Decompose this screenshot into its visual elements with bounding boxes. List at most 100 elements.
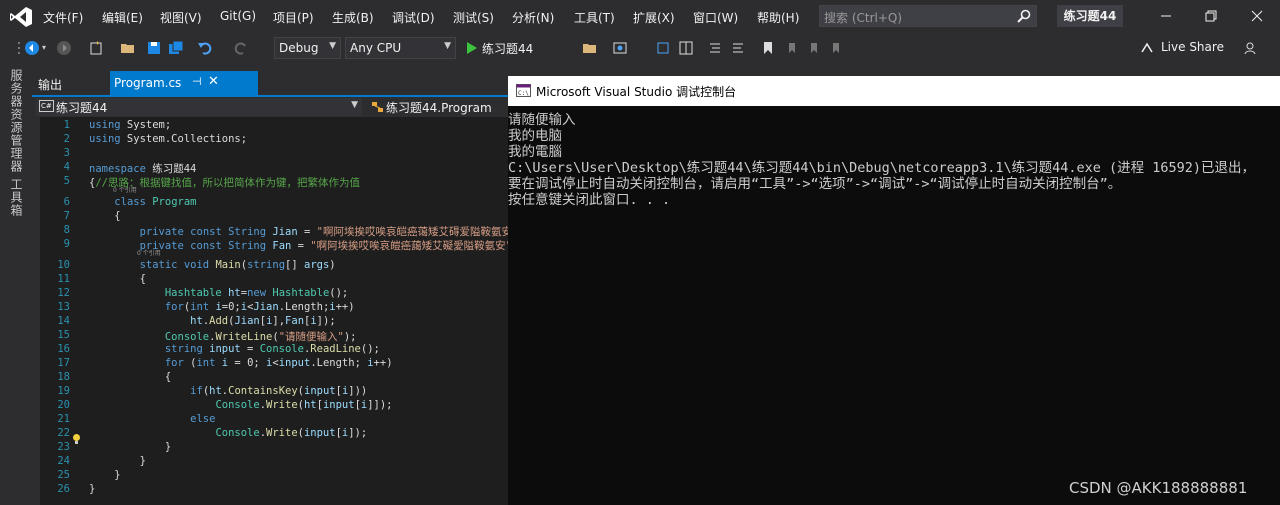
platform-value: Any CPU — [350, 41, 402, 55]
code-text: } — [89, 455, 146, 467]
forward-icon[interactable] — [56, 40, 72, 56]
live-share-button[interactable]: Live Share — [1161, 40, 1224, 54]
new-project-icon[interactable] — [88, 40, 104, 56]
close-tab-icon[interactable]: ✕ — [208, 74, 219, 89]
code-line[interactable]: 6 class Program — [32, 196, 508, 210]
code-editor[interactable]: 0 个引用 0 个引用 1 using System; 2 using System.… — [32, 117, 508, 505]
layout-icon[interactable] — [678, 40, 694, 56]
menu-extensions[interactable]: 扩展(X) — [633, 9, 675, 26]
code-line[interactable]: 26} — [32, 483, 508, 497]
code-line[interactable]: 4 namespace 练习题44 — [32, 161, 508, 175]
tab-output[interactable]: 输出 — [32, 71, 106, 95]
code-line[interactable]: 18 { — [32, 371, 508, 385]
code-line[interactable]: 10 static void Main(string[] args) — [32, 259, 508, 273]
menu-tools[interactable]: 工具(T) — [574, 9, 615, 26]
clear-bookmarks-icon[interactable] — [828, 40, 844, 56]
code-line[interactable]: 25 } — [32, 469, 508, 483]
save-all-icon[interactable] — [168, 40, 184, 56]
menu-view[interactable]: 视图(V) — [160, 9, 202, 26]
code-line[interactable]: 3 — [32, 147, 508, 161]
code-line[interactable]: 19 if(ht.ContainsKey(input[i])) — [32, 385, 508, 399]
line-number: 8 — [63, 224, 70, 236]
menu-debug[interactable]: 调试(D) — [392, 9, 435, 26]
class-dropdown[interactable]: 练习题44.Program — [368, 98, 508, 116]
menu-git[interactable]: Git(G) — [220, 9, 256, 23]
line-number: 19 — [57, 385, 70, 397]
minimize-icon[interactable] — [1156, 6, 1176, 26]
code-line[interactable]: 23 } — [32, 441, 508, 455]
project-dropdown[interactable]: C# 练习题44 ▼ — [36, 98, 362, 116]
back-icon[interactable] — [24, 40, 40, 56]
comment-icon[interactable] — [707, 40, 723, 56]
configuration-select[interactable]: Debug ▼ — [274, 37, 341, 59]
platform-select[interactable]: Any CPU ▼ — [345, 37, 456, 59]
code-text: namespace 练习题44 — [89, 163, 197, 175]
code-line[interactable]: 7 { — [32, 210, 508, 224]
tab-program-cs[interactable]: Program.cs ⊣ ✕ — [110, 71, 258, 95]
code-line[interactable]: 1 using System; — [32, 119, 508, 133]
console-line: 我的電腦 — [508, 144, 562, 160]
code-line[interactable]: 5 {//思路：根据键找值，所以把简体作为键，把繁体作为值 — [32, 175, 508, 189]
undo-icon[interactable] — [197, 40, 213, 56]
menu-test[interactable]: 测试(S) — [453, 9, 494, 26]
code-line[interactable]: 8 private const String Jian = "啊阿埃挨哎唉哀皑癌… — [32, 224, 508, 238]
search-icon — [1017, 9, 1031, 23]
menu-file[interactable]: 文件(F) — [43, 9, 83, 26]
line-number: 4 — [63, 161, 70, 173]
search-input[interactable]: 搜索 (Ctrl+Q) — [819, 5, 1037, 27]
code-line[interactable]: 20 Console.Write(ht[input[i]]); — [32, 399, 508, 413]
menu-project[interactable]: 项目(P) — [273, 9, 314, 26]
code-line[interactable]: 2 using System.Collections; — [32, 133, 508, 147]
line-number: 26 — [57, 483, 70, 495]
pin-icon[interactable]: ⊣ — [192, 75, 202, 88]
save-icon[interactable] — [146, 40, 162, 56]
feedback-icon[interactable] — [1243, 40, 1259, 56]
uncomment-icon[interactable] — [730, 40, 746, 56]
code-line[interactable]: 17 for (int i = 0; i<input.Length; i++) — [32, 357, 508, 371]
code-line[interactable]: 22 Console.Write(input[i]); — [32, 427, 508, 441]
search-placeholder: 搜索 (Ctrl+Q) — [824, 11, 903, 25]
toolbox-tab[interactable]: 工具箱 — [8, 178, 25, 217]
menu-build[interactable]: 生成(B) — [332, 9, 374, 26]
screenshot-icon[interactable] — [612, 40, 628, 56]
code-line[interactable]: 16 string input = Console.ReadLine(); — [32, 343, 508, 357]
code-text: { — [89, 273, 146, 285]
start-debugging-button[interactable]: 练习题44 — [462, 38, 572, 58]
tab-program-label: Program.cs — [114, 76, 182, 90]
step-icon[interactable] — [655, 40, 671, 56]
navigation-bar: C# 练习题44 ▼ 练习题44.Program — [32, 97, 508, 117]
code-line[interactable]: 14 ht.Add(Jian[i],Fan[i]); — [32, 315, 508, 329]
line-number: 17 — [57, 357, 70, 369]
server-explorer-tab[interactable]: 服务器资源管理器 — [8, 69, 25, 173]
menu-analyze[interactable]: 分析(N) — [512, 9, 554, 26]
code-line[interactable]: 21 else — [32, 413, 508, 427]
next-bookmark-icon[interactable] — [806, 40, 822, 56]
close-window-icon[interactable] — [1247, 6, 1267, 26]
menu-window[interactable]: 窗口(W) — [693, 9, 738, 26]
debug-console-window[interactable]: C:\ Microsoft Visual Studio 调试控制台 请随便输入我… — [508, 76, 1280, 505]
menu-edit[interactable]: 编辑(E) — [102, 9, 143, 26]
code-text: { — [89, 210, 121, 222]
side-tool-strip: 服务器资源管理器 工具箱 — [0, 63, 32, 505]
line-number: 2 — [63, 133, 70, 145]
redo-icon[interactable] — [233, 40, 249, 56]
code-line[interactable]: 24 } — [32, 455, 508, 469]
configuration-value: Debug — [279, 41, 319, 55]
prev-bookmark-icon[interactable] — [784, 40, 800, 56]
line-number: 25 — [57, 469, 70, 481]
code-text: { — [89, 371, 172, 383]
class-icon — [372, 102, 383, 112]
menu-bar: 文件(F) 编辑(E) 视图(V) Git(G) 项目(P) 生成(B) 调试(… — [0, 0, 1280, 33]
open-folder-icon[interactable] — [120, 40, 136, 56]
restore-icon[interactable] — [1201, 6, 1221, 26]
line-number: 11 — [57, 273, 70, 285]
menu-help[interactable]: 帮助(H) — [757, 9, 799, 26]
code-text: using System.Collections; — [89, 133, 248, 145]
bookmark-icon[interactable] — [760, 40, 776, 56]
code-line[interactable]: 13 for(int i=0;i<Jian.Length;i++) — [32, 301, 508, 315]
open-file-icon[interactable] — [582, 40, 598, 56]
code-line[interactable]: 15 Console.WriteLine("请随便输入"); — [32, 329, 508, 343]
code-line[interactable]: 11 { — [32, 273, 508, 287]
code-line[interactable]: 12 Hashtable ht=new Hashtable(); — [32, 287, 508, 301]
code-line[interactable]: 9 private const String Fan = "啊阿埃挨哎唉哀皚癌藹… — [32, 238, 508, 252]
